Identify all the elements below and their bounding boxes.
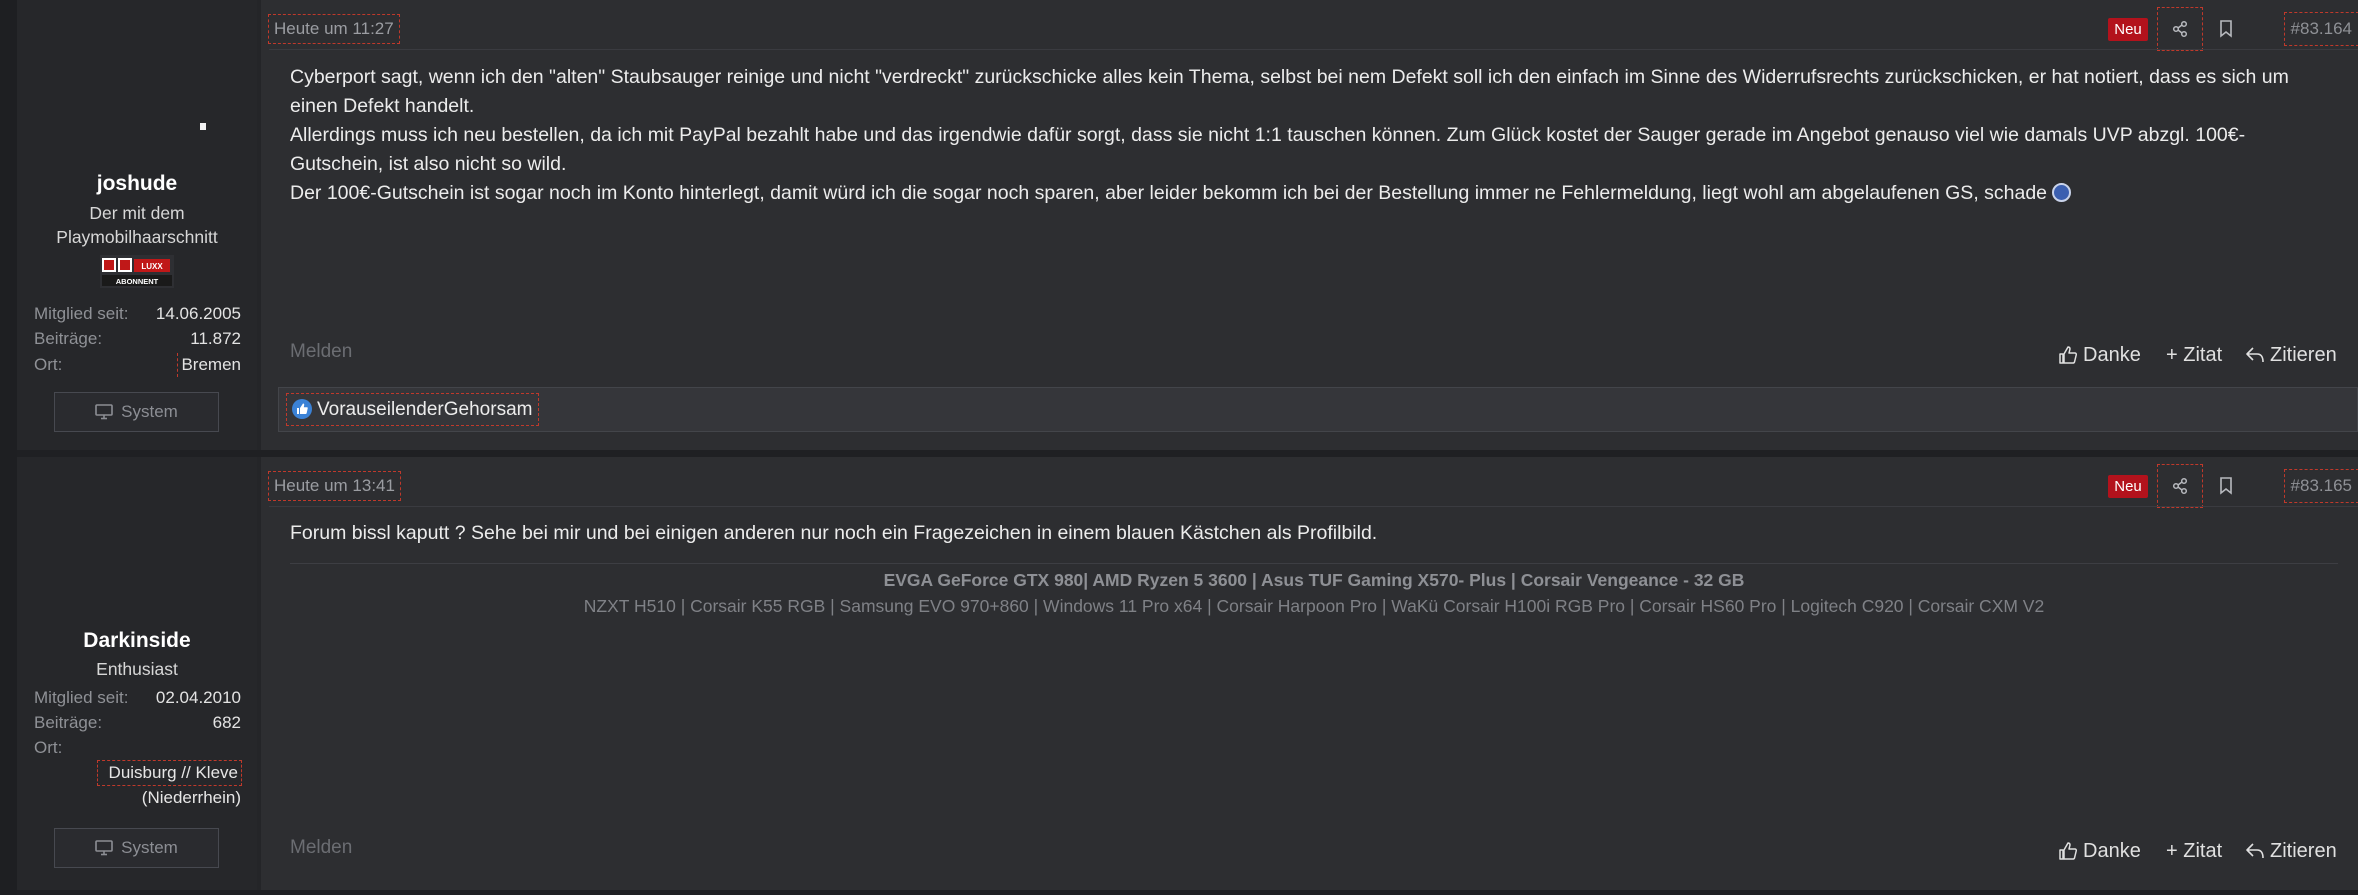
user-sidebar: joshude Der mit dem Playmobilhaarschnitt…: [17, 0, 257, 450]
svg-text:LUXX: LUXX: [141, 262, 163, 271]
monitor-icon: [95, 840, 113, 856]
post-paragraph: Cyberport sagt, wenn ich den "alten" Sta…: [290, 66, 2289, 117]
post-main: Heute um 11:27 Neu #83.164 Cyberport sag…: [261, 0, 2358, 450]
post-timestamp[interactable]: Heute um 13:41: [268, 471, 401, 501]
reply-icon: [2246, 843, 2264, 859]
like-button[interactable]: Danke: [2058, 340, 2141, 370]
post-paragraph: Allerdings muss ich neu bestellen, da ic…: [290, 124, 2246, 175]
post-actions: Danke + Zitat Zitieren: [2058, 836, 2358, 866]
luxx-abonnent-badge: LUXX ABONNENT: [100, 255, 174, 288]
member-since-row: Mitglied seit: 14.06.2005: [34, 302, 241, 326]
post-paragraph: Forum bissl kaputt ? Sehe bei mir und be…: [290, 522, 1378, 544]
likes-bar: VorauseilenderGehorsam: [278, 387, 2358, 432]
user-title: Enthusiast: [96, 659, 178, 679]
location-label: Ort:: [34, 738, 63, 757]
reply-button[interactable]: Zitieren: [2245, 836, 2337, 866]
signature-line-2: NZXT H510 | Corsair K55 RGB | Samsung EV…: [583, 596, 2045, 616]
posts-count-row: Beiträge: 11.872: [34, 327, 241, 351]
post-separator: [17, 450, 2358, 457]
post-timestamp[interactable]: Heute um 11:27: [268, 14, 400, 44]
post-body: Forum bissl kaputt ? Sehe bei mir und be…: [290, 519, 2338, 548]
monitor-icon: [95, 404, 113, 420]
bookmark-icon: [2220, 20, 2232, 38]
bookmark-button[interactable]: [2214, 14, 2238, 44]
report-link[interactable]: Melden: [290, 341, 352, 363]
username[interactable]: Darkinside: [17, 629, 257, 653]
posts-count-value[interactable]: 682: [213, 711, 241, 735]
page-left-gutter: [0, 0, 17, 895]
share-icon: [2172, 20, 2188, 38]
reply-label: Zitieren: [2270, 343, 2337, 366]
member-since-value: 02.04.2010: [155, 688, 241, 707]
reply-button[interactable]: Zitieren: [2245, 340, 2337, 370]
member-since-value: 14.06.2005: [155, 304, 241, 323]
post-header-actions: Neu #83.165: [2108, 464, 2358, 508]
header-divider: [269, 49, 2358, 50]
post-main: Heute um 13:41 Neu #83.165 Forum bissl k…: [261, 457, 2358, 890]
location-value: Bremen: [177, 353, 241, 377]
signature: EVGA GeForce GTX 980| AMD Ryzen 5 3600 |…: [290, 570, 2338, 630]
post-paragraph: Der 100€-Gutschein ist sogar noch im Kon…: [290, 179, 2338, 208]
posts-count-value[interactable]: 11.872: [190, 327, 241, 351]
post-number[interactable]: #83.165: [2283, 469, 2358, 503]
like-label: Danke: [2083, 839, 2141, 862]
avatar[interactable]: [200, 123, 206, 130]
location-label: Ort:: [34, 355, 63, 374]
system-button-label: System: [121, 838, 178, 857]
quote-label: + Zitat: [2166, 343, 2223, 366]
post: joshude Der mit dem Playmobilhaarschnitt…: [17, 0, 2358, 450]
system-button[interactable]: System: [54, 828, 219, 868]
liked-by-name: VorauseilenderGehorsam: [317, 399, 533, 420]
signature-divider: [290, 563, 2338, 564]
page-bottom-strip: [17, 890, 2358, 895]
system-button[interactable]: System: [54, 392, 219, 432]
share-button[interactable]: [2157, 7, 2203, 51]
thumbs-up-icon: [2059, 842, 2078, 860]
header-divider: [269, 506, 2358, 507]
report-link[interactable]: Melden: [290, 837, 352, 859]
posts-count-row: Beiträge: 682: [34, 711, 241, 735]
reply-icon: [2246, 347, 2264, 363]
user-sidebar: Darkinside Enthusiast Mitglied seit: 02.…: [17, 457, 257, 890]
like-button[interactable]: Danke: [2058, 836, 2141, 866]
share-icon: [2172, 477, 2188, 495]
post: Darkinside Enthusiast Mitglied seit: 02.…: [17, 457, 2358, 890]
reply-label: Zitieren: [2270, 839, 2337, 862]
post-body: Cyberport sagt, wenn ich den "alten" Sta…: [290, 63, 2338, 208]
system-button-label: System: [121, 402, 178, 421]
signature-line-1: EVGA GeForce GTX 980| AMD Ryzen 5 3600 |…: [883, 570, 1745, 590]
location-row: Ort:: [34, 736, 241, 760]
post-header-actions: Neu #83.164: [2108, 7, 2358, 51]
posts-count-label: Beiträge:: [34, 713, 103, 732]
thumbs-up-icon: [2059, 346, 2078, 364]
liked-by-user[interactable]: VorauseilenderGehorsam: [285, 393, 540, 426]
location-value-line2: (Niederrhein): [141, 788, 241, 807]
quote-button[interactable]: + Zitat: [2166, 836, 2222, 866]
bookmark-icon: [2220, 477, 2232, 495]
username[interactable]: joshude: [17, 172, 257, 196]
post-paragraph-text: Der 100€-Gutschein ist sogar noch im Kon…: [290, 182, 2048, 204]
post-actions: Danke + Zitat Zitieren: [2058, 340, 2358, 370]
user-title: Der mit dem Playmobilhaarschnitt: [56, 203, 218, 247]
bookmark-button[interactable]: [2214, 471, 2238, 501]
like-label: Danke: [2083, 343, 2141, 366]
svg-text:ABONNENT: ABONNENT: [116, 277, 159, 286]
share-button[interactable]: [2157, 464, 2203, 508]
quote-button[interactable]: + Zitat: [2166, 340, 2222, 370]
quote-label: + Zitat: [2166, 839, 2223, 862]
member-since-label: Mitglied seit:: [34, 688, 129, 707]
post-number[interactable]: #83.164: [2283, 12, 2358, 46]
new-badge: Neu: [2108, 475, 2148, 498]
member-since-row: Mitglied seit: 02.04.2010: [34, 686, 241, 710]
location-value: Duisburg // Kleve: [97, 760, 242, 786]
member-since-label: Mitglied seit:: [34, 304, 129, 323]
new-badge: Neu: [2108, 18, 2148, 41]
emoji-icon: [2052, 183, 2072, 202]
posts-count-label: Beiträge:: [34, 329, 103, 348]
location-row: Ort: Bremen: [34, 353, 241, 377]
